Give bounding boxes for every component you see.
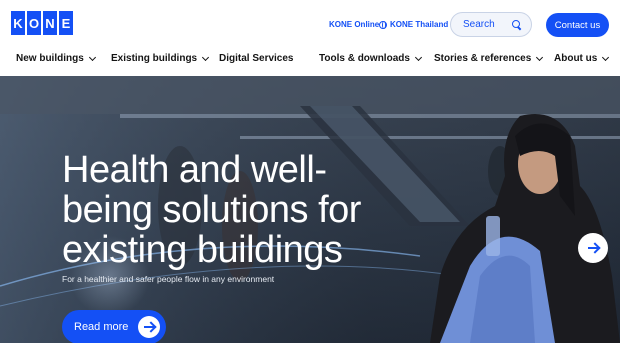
chevron-down-icon [414,53,422,61]
hero-headline: Health and well-being solutions for exis… [62,149,361,271]
nav-item-label: Existing buildings [111,53,198,64]
contact-us-button[interactable]: Contact us [546,13,609,37]
logo-letter: K [11,11,25,35]
read-more-label: Read more [74,321,129,333]
nav-item-label: Digital Services [219,53,294,64]
main-nav: New buildings Existing buildings Digital… [0,48,620,76]
chevron-down-icon [602,53,610,61]
kone-online-link[interactable]: KONE Online [329,20,379,29]
hero-subtitle: For a healthier and safer people flow in… [62,274,275,284]
nav-item-digital-services[interactable]: Digital Services [219,53,293,64]
nav-item-label: New buildings [16,53,84,64]
kone-thailand-link[interactable]: KONE Thailand [379,20,448,29]
nav-item-stories-references[interactable]: Stories & references [434,53,544,64]
kone-logo[interactable]: K O N E [11,11,73,35]
nav-item-label: Tools & downloads [319,53,410,64]
chevron-down-icon [536,53,544,61]
top-bar: K O N E KONE Online KONE Thailand Search… [0,0,620,48]
nav-item-existing-buildings[interactable]: Existing buildings [111,53,210,64]
arrow-right-icon [587,247,599,249]
nav-item-label: Stories & references [434,53,532,64]
nav-item-about-us[interactable]: About us [554,53,610,64]
nav-item-new-buildings[interactable]: New buildings [16,53,96,64]
search-placeholder: Search [463,19,495,30]
search-icon[interactable] [512,20,521,29]
read-more-button[interactable]: Read more [62,310,166,343]
chevron-down-icon [88,53,96,61]
chevron-down-icon [202,53,210,61]
search-input[interactable]: Search [450,12,532,37]
logo-letter: O [27,11,41,35]
nav-item-tools-downloads[interactable]: Tools & downloads [319,53,422,64]
kone-thailand-label: KONE Thailand [390,20,449,29]
carousel-next-button[interactable] [578,233,608,263]
nav-item-label: About us [554,53,598,64]
arrow-right-icon [138,316,160,338]
logo-letter: E [59,11,73,35]
globe-icon [379,20,387,29]
hero-banner: Health and well-being solutions for exis… [0,76,620,343]
logo-letter: N [43,11,57,35]
